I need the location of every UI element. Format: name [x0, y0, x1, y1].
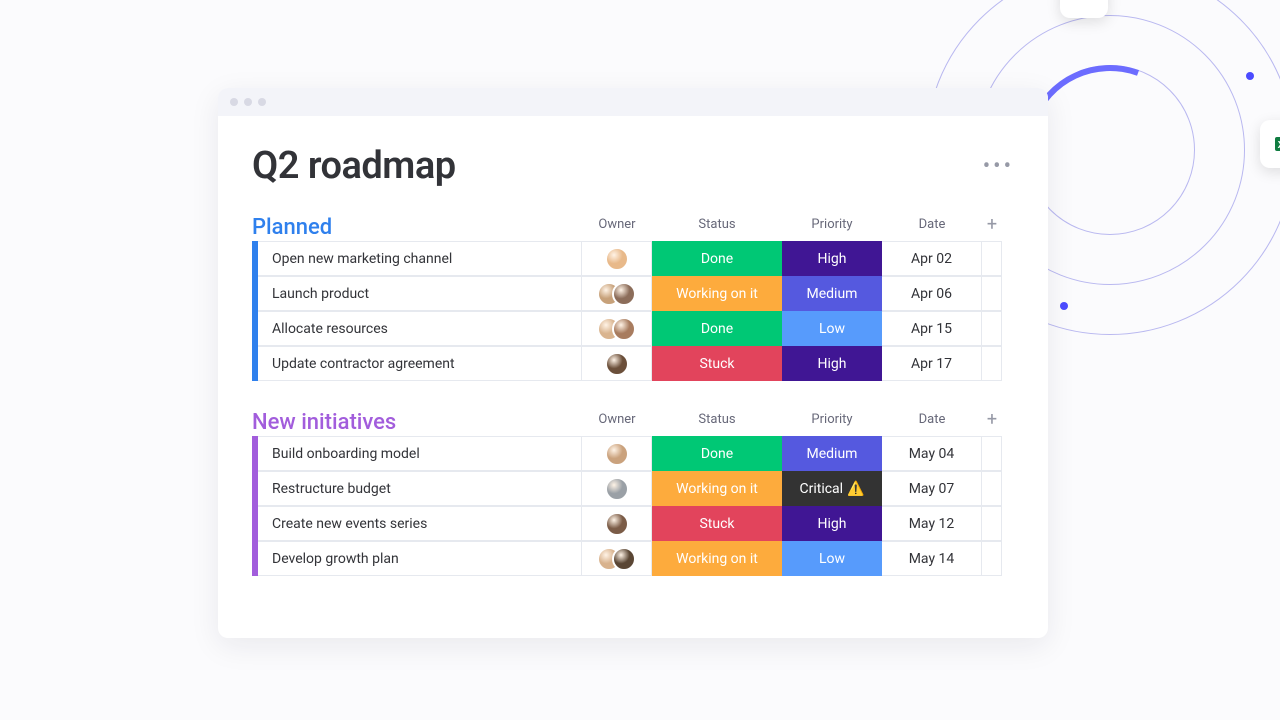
item-name-cell[interactable]: Allocate resources	[258, 311, 582, 346]
date-cell[interactable]: Apr 06	[882, 276, 982, 311]
priority-label: Medium	[807, 446, 858, 462]
priority-cell[interactable]: Medium	[782, 276, 882, 311]
empty-cell	[982, 506, 1002, 541]
priority-label: Low	[819, 321, 845, 337]
item-name-cell[interactable]: Open new marketing channel	[258, 241, 582, 276]
more-menu-button[interactable]: •••	[983, 154, 1014, 179]
column-header[interactable]: Owner	[582, 412, 652, 433]
group-header: New initiativesOwnerStatusPriorityDate+	[252, 409, 1014, 436]
avatar	[612, 317, 636, 341]
item-name-cell[interactable]: Update contractor agreement	[258, 346, 582, 381]
priority-cell[interactable]: High	[782, 346, 882, 381]
teams-icon: T	[1060, 0, 1108, 18]
avatar	[605, 442, 629, 466]
owner-cell[interactable]	[582, 436, 652, 471]
empty-cell	[982, 346, 1002, 381]
priority-label: Low	[819, 551, 845, 567]
owner-cell[interactable]	[582, 346, 652, 381]
avatar	[612, 282, 636, 306]
column-header[interactable]: Priority	[782, 412, 882, 433]
item-name-cell[interactable]: Create new events series	[258, 506, 582, 541]
date-cell[interactable]: Apr 15	[882, 311, 982, 346]
table-row[interactable]: Update contractor agreement Stuck High Apr …	[252, 346, 1014, 381]
window-titlebar	[218, 88, 1048, 116]
table-row[interactable]: Open new marketing channel Done High Apr 02	[252, 241, 1014, 276]
group-title[interactable]: Planned	[252, 215, 582, 240]
owner-cell[interactable]	[582, 241, 652, 276]
avatar	[605, 512, 629, 536]
owner-cell[interactable]	[582, 276, 652, 311]
add-column-button[interactable]: +	[982, 409, 1002, 436]
window-dot	[230, 98, 238, 106]
owner-cell[interactable]	[582, 541, 652, 576]
excel-icon: X	[1260, 120, 1280, 168]
empty-cell	[982, 241, 1002, 276]
priority-label: Critical	[799, 481, 843, 497]
group-title[interactable]: New initiatives	[252, 410, 582, 435]
date-cell[interactable]: Apr 17	[882, 346, 982, 381]
status-cell[interactable]: Working on it	[652, 276, 782, 311]
group: New initiativesOwnerStatusPriorityDate+B…	[252, 409, 1014, 576]
table-row[interactable]: Create new events series Stuck High May 12	[252, 506, 1014, 541]
status-cell[interactable]: Working on it	[652, 471, 782, 506]
column-header[interactable]: Date	[882, 217, 982, 238]
column-header[interactable]: Date	[882, 412, 982, 433]
priority-cell[interactable]: Low	[782, 541, 882, 576]
empty-cell	[982, 471, 1002, 506]
status-cell[interactable]: Done	[652, 436, 782, 471]
column-header[interactable]: Owner	[582, 217, 652, 238]
table-row[interactable]: Develop growth plan Working on it Low May 1…	[252, 541, 1014, 576]
date-cell[interactable]: May 04	[882, 436, 982, 471]
column-header[interactable]: Priority	[782, 217, 882, 238]
window-dot	[244, 98, 252, 106]
table-row[interactable]: Restructure budgetWorking on itCritical⚠…	[252, 471, 1014, 506]
status-cell[interactable]: Done	[652, 241, 782, 276]
item-name-cell[interactable]: Build onboarding model	[258, 436, 582, 471]
empty-cell	[982, 311, 1002, 346]
date-cell[interactable]: May 12	[882, 506, 982, 541]
group-header: PlannedOwnerStatusPriorityDate+	[252, 214, 1014, 241]
window-dot	[258, 98, 266, 106]
avatar	[612, 547, 636, 571]
owner-cell[interactable]	[582, 311, 652, 346]
warning-icon: ⚠️	[847, 481, 864, 497]
avatar	[605, 477, 629, 501]
empty-cell	[982, 436, 1002, 471]
item-name-cell[interactable]: Develop growth plan	[258, 541, 582, 576]
add-column-button[interactable]: +	[982, 214, 1002, 241]
table-row[interactable]: Allocate resources Done Low Apr 15	[252, 311, 1014, 346]
column-header[interactable]: Status	[652, 412, 782, 433]
priority-cell[interactable]: High	[782, 506, 882, 541]
item-name-cell[interactable]: Restructure budget	[258, 471, 582, 506]
empty-cell	[982, 276, 1002, 311]
group: PlannedOwnerStatusPriorityDate+Open new …	[252, 214, 1014, 381]
status-cell[interactable]: Working on it	[652, 541, 782, 576]
board-window: Q2 roadmap ••• PlannedOwnerStatusPriorit…	[218, 88, 1048, 638]
priority-label: High	[818, 356, 847, 372]
item-name-cell[interactable]: Launch product	[258, 276, 582, 311]
priority-cell[interactable]: Medium	[782, 436, 882, 471]
priority-cell[interactable]: High	[782, 241, 882, 276]
table-row[interactable]: Build onboarding model Done Medium May 04	[252, 436, 1014, 471]
avatar	[605, 247, 629, 271]
priority-cell[interactable]: Low	[782, 311, 882, 346]
status-cell[interactable]: Done	[652, 311, 782, 346]
page-title: Q2 roadmap	[252, 144, 456, 188]
date-cell[interactable]: Apr 02	[882, 241, 982, 276]
priority-label: High	[818, 516, 847, 532]
column-header[interactable]: Status	[652, 217, 782, 238]
owner-cell[interactable]	[582, 471, 652, 506]
status-cell[interactable]: Stuck	[652, 346, 782, 381]
date-cell[interactable]: May 07	[882, 471, 982, 506]
empty-cell	[982, 541, 1002, 576]
status-cell[interactable]: Stuck	[652, 506, 782, 541]
priority-label: Medium	[807, 286, 858, 302]
priority-label: High	[818, 251, 847, 267]
avatar	[605, 352, 629, 376]
owner-cell[interactable]	[582, 506, 652, 541]
date-cell[interactable]: May 14	[882, 541, 982, 576]
table-row[interactable]: Launch product Working on it Medium Apr 06	[252, 276, 1014, 311]
priority-cell[interactable]: Critical⚠️	[782, 471, 882, 506]
